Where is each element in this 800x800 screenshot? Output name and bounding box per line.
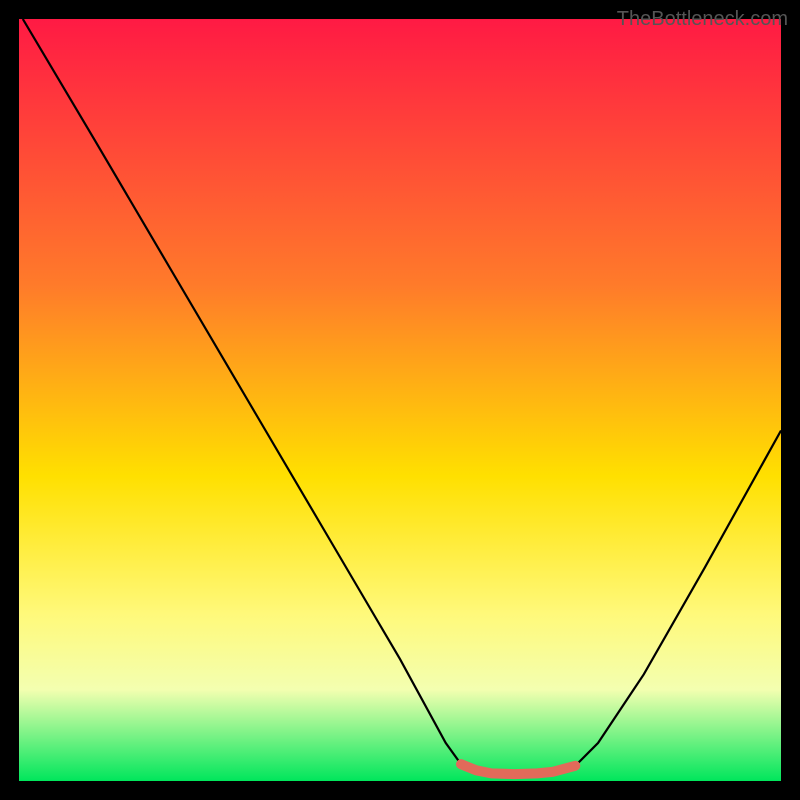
gradient-background [19,19,781,781]
chart-svg [19,19,781,781]
bottleneck-chart [19,19,781,781]
watermark-label: TheBottleneck.com [617,8,788,31]
